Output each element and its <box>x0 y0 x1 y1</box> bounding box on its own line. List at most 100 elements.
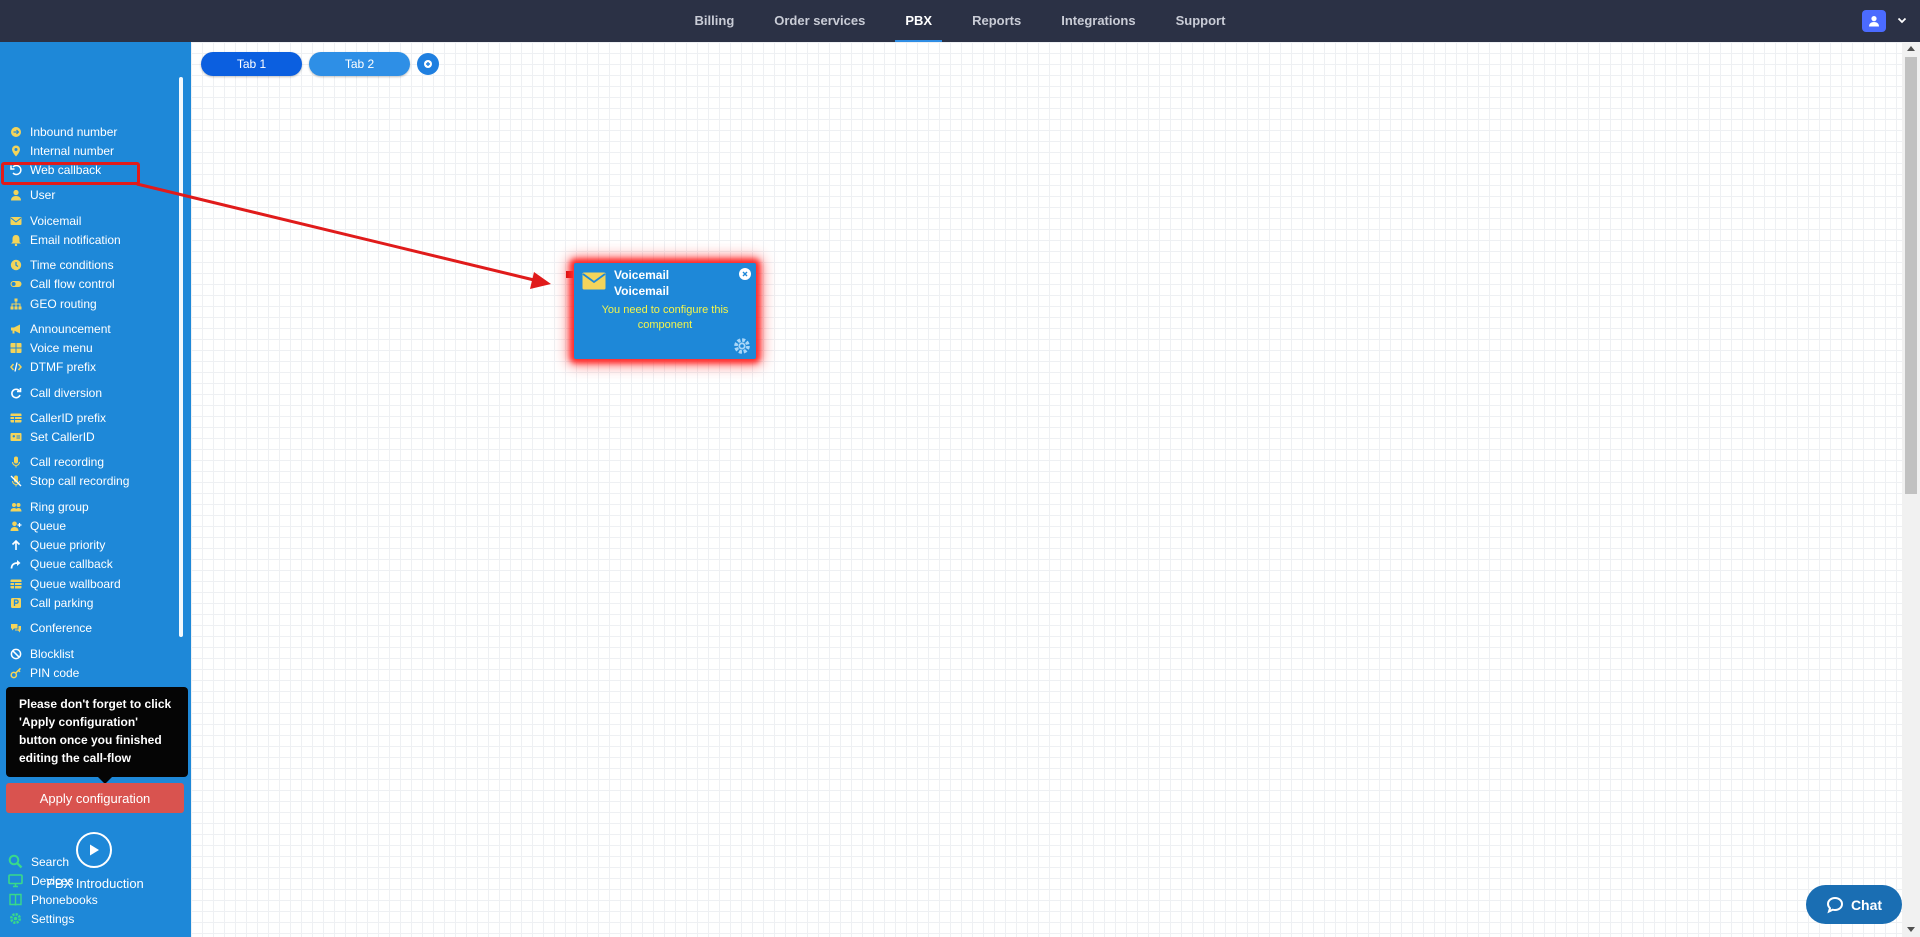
clock-icon <box>10 259 22 271</box>
sidebar-item-label: Voice menu <box>30 341 93 355</box>
microphone-icon <box>10 456 22 468</box>
sidebar-item-label: Voicemail <box>30 214 82 228</box>
chevron-down-icon[interactable] <box>1896 14 1908 26</box>
sidebar-item-label: Ring group <box>30 500 89 514</box>
component-subtitle: Voicemail <box>614 284 670 298</box>
gear-icon <box>8 911 23 926</box>
chat-button[interactable]: Chat <box>1806 885 1902 924</box>
sidebar-item-label: Queue priority <box>30 538 106 552</box>
arrow-up-icon <box>10 539 22 551</box>
table-icon <box>10 578 22 590</box>
sidebar-item[interactable]: Call flow control <box>10 276 115 292</box>
callflow-canvas[interactable]: Tab 1 Tab 2 <box>191 42 1902 937</box>
chat-bubble-icon <box>1826 896 1843 913</box>
nav-order-services[interactable]: Order services <box>754 0 885 42</box>
table-icon <box>10 412 22 424</box>
main-nav: Billing Order services PBX Reports Integ… <box>0 0 1920 42</box>
user-avatar-button[interactable] <box>1862 10 1886 32</box>
id-card-icon <box>10 431 22 443</box>
tab-1[interactable]: Tab 1 <box>201 52 302 76</box>
map-pin-icon <box>10 145 22 157</box>
nav-pbx[interactable]: PBX <box>885 0 952 42</box>
sidebar-item-label: Time conditions <box>30 258 114 272</box>
sidebar-item[interactable]: Blocklist <box>10 646 74 662</box>
sidebar-item-label: Set CallerID <box>30 430 95 444</box>
close-icon[interactable] <box>739 268 751 280</box>
canvas-scrollbar[interactable] <box>1902 42 1920 937</box>
sidebar-item-label: Inbound number <box>30 125 118 139</box>
sidebar-item[interactable]: DTMF prefix <box>10 359 96 375</box>
sidebar-item-label: User <box>30 188 56 202</box>
users-icon <box>10 501 22 513</box>
sidebar-item[interactable]: Queue wallboard <box>10 576 121 592</box>
sidebar-item[interactable]: Announcement <box>10 321 111 337</box>
sidebar-phonebooks-label: Phonebooks <box>31 892 98 907</box>
sidebar-item[interactable]: Conference <box>10 620 92 636</box>
sidebar-item[interactable]: CallerID prefix <box>10 410 106 426</box>
user-plus-icon <box>10 520 22 532</box>
sidebar-item-label: Conference <box>30 621 93 635</box>
comments-icon <box>10 622 22 634</box>
sidebar-phonebooks[interactable]: Phonebooks <box>8 892 98 907</box>
sidebar-item[interactable]: Internal number <box>10 143 114 159</box>
add-tab-button[interactable] <box>417 53 439 75</box>
user-icon <box>10 189 22 201</box>
play-icon <box>90 844 99 856</box>
nav-reports[interactable]: Reports <box>952 0 1041 42</box>
gear-icon[interactable] <box>732 336 752 356</box>
component-input-port[interactable] <box>566 271 573 278</box>
scroll-thumb[interactable] <box>1905 57 1917 494</box>
sidebar-item[interactable]: Call diversion <box>10 385 102 401</box>
sidebar-item-label: Stop call recording <box>30 474 130 488</box>
sidebar-item-label: GEO routing <box>30 297 97 311</box>
sidebar-item[interactable]: Email notification <box>10 232 121 248</box>
sidebar-item[interactable]: Queue <box>10 518 66 534</box>
sidebar-item[interactable]: PIN code <box>10 665 79 681</box>
sidebar-item[interactable]: Stop call recording <box>10 473 129 489</box>
sidebar-devices[interactable]: Devices <box>8 873 74 888</box>
sidebar-item[interactable]: Time conditions <box>10 257 114 273</box>
sidebar-item[interactable]: Ring group <box>10 499 89 515</box>
sidebar-devices-label: Devices <box>31 873 74 888</box>
envelope-icon <box>582 272 606 290</box>
voicemail-component[interactable]: Voicemail Voicemail You need to configur… <box>574 263 756 359</box>
tab-2[interactable]: Tab 2 <box>309 52 410 76</box>
scroll-up-arrow[interactable] <box>1907 46 1915 51</box>
sidebar-item-label: Blocklist <box>30 647 75 661</box>
sidebar-item[interactable]: Inbound number <box>10 124 117 140</box>
sidebar-item-label: Queue wallboard <box>30 577 121 591</box>
sidebar-item[interactable]: Call recording <box>10 454 104 470</box>
sidebar-item[interactable]: GEO routing <box>10 296 97 312</box>
apply-configuration-button[interactable]: Apply configuration <box>6 783 184 813</box>
ban-icon <box>10 648 22 660</box>
play-intro-button[interactable] <box>76 832 112 868</box>
plus-icon <box>424 60 432 68</box>
sidebar-item[interactable]: Queue priority <box>10 537 105 553</box>
nav-integrations[interactable]: Integrations <box>1041 0 1155 42</box>
bell-icon <box>10 234 22 246</box>
sitemap-icon <box>10 298 22 310</box>
sidebar-item[interactable]: Call parking <box>10 595 93 611</box>
sidebar-item-label: PIN code <box>30 666 80 680</box>
scroll-down-arrow[interactable] <box>1907 927 1915 932</box>
sidebar-item[interactable]: User <box>10 187 55 203</box>
toggle-icon <box>10 278 22 290</box>
sidebar-item-label: DTMF prefix <box>30 360 96 374</box>
nav-billing[interactable]: Billing <box>675 0 755 42</box>
sidebar-settings-label: Settings <box>31 911 75 926</box>
sidebar-settings[interactable]: Settings <box>8 911 74 926</box>
sidebar-item[interactable]: Voicemail <box>10 213 81 229</box>
share-icon <box>10 558 22 570</box>
sidebar-scrollbar[interactable] <box>179 77 183 637</box>
sidebar-item-label: Announcement <box>30 322 111 336</box>
search-icon <box>8 854 23 869</box>
sidebar-item[interactable]: Set CallerID <box>10 429 95 445</box>
user-icon <box>1869 16 1879 27</box>
component-sidebar: Inbound number Internal number Web callbac… <box>0 42 191 937</box>
megaphone-icon <box>10 323 22 335</box>
voicemail-highlight <box>1 162 140 185</box>
sidebar-item[interactable]: Queue callback <box>10 556 113 572</box>
sidebar-item[interactable]: Voice menu <box>10 340 93 356</box>
nav-support[interactable]: Support <box>1156 0 1246 42</box>
sidebar-search[interactable]: Search <box>8 854 69 869</box>
